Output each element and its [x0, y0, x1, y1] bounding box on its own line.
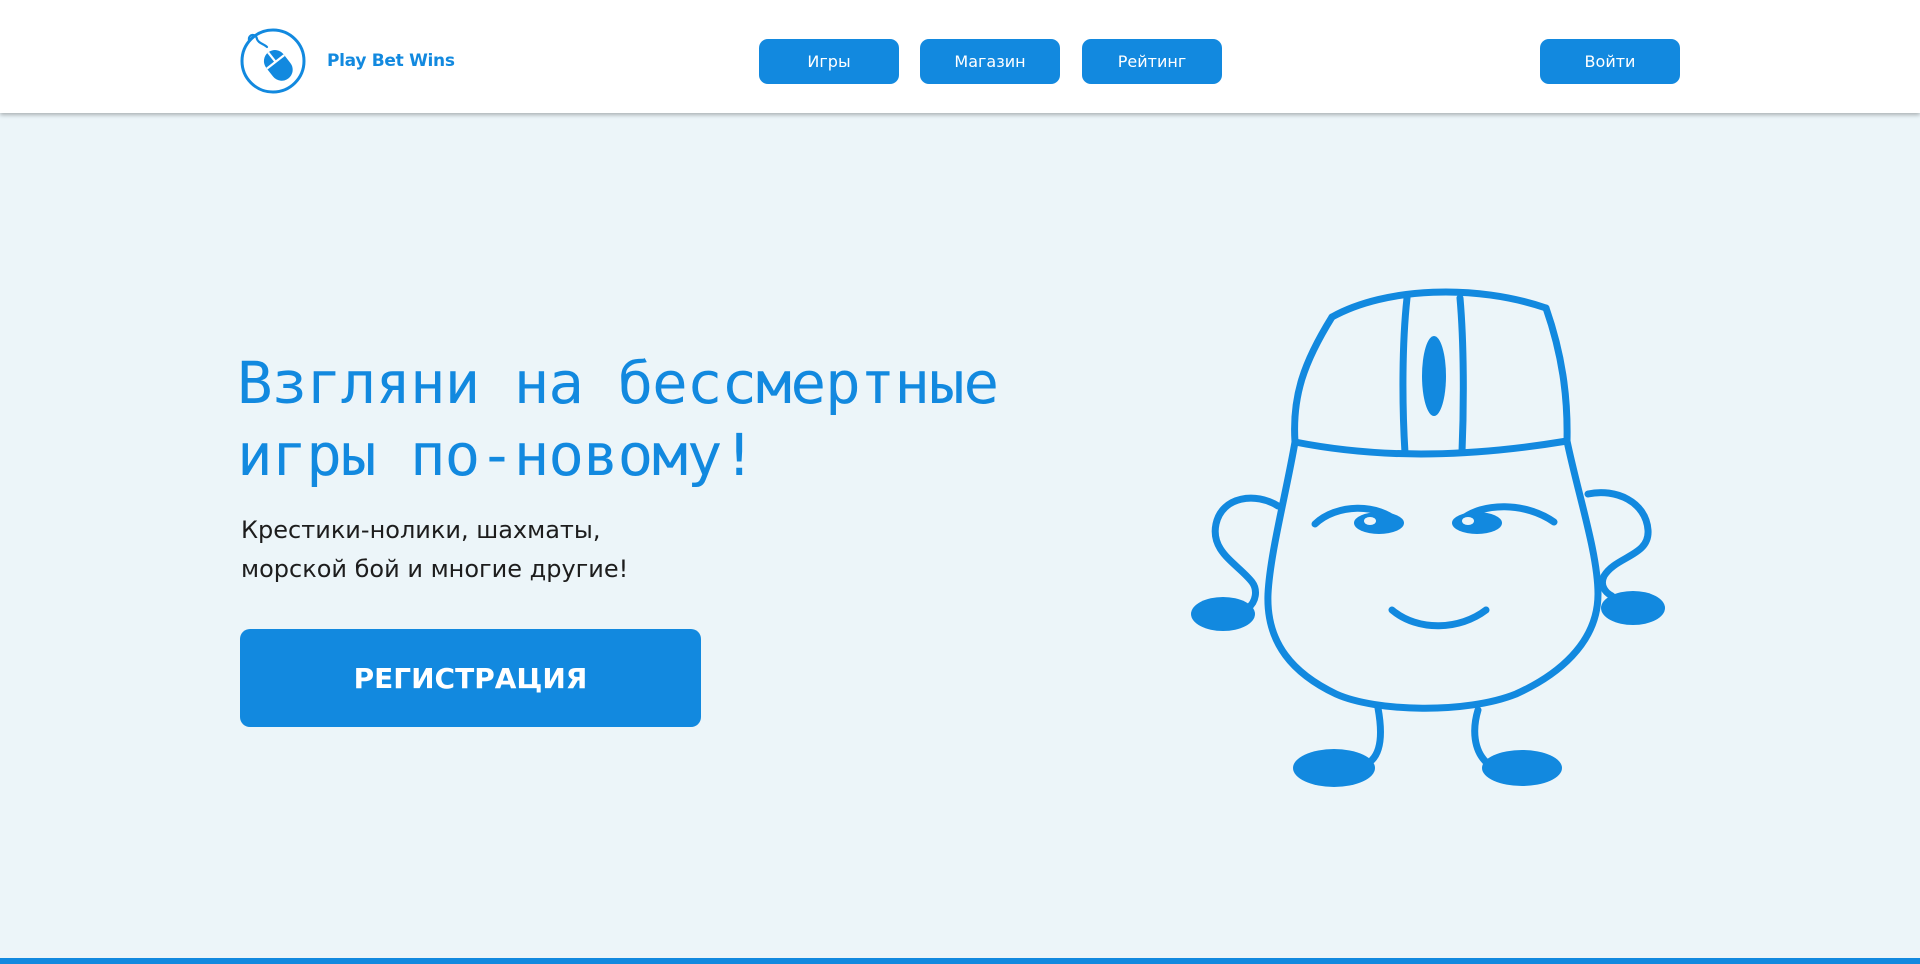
nav-shop-button[interactable]: Магазин: [920, 39, 1060, 84]
bottom-accent-bar: [0, 958, 1920, 964]
hero-subtitle-line: морской бой и многие другие!: [241, 555, 629, 583]
hero-subtitle-line: Крестики-нолики, шахматы,: [241, 516, 601, 544]
nav-games-button[interactable]: Игры: [759, 39, 899, 84]
hero-title-line: Взгляни на бессмертные: [237, 349, 999, 417]
brand-name: Play Bet Wins: [327, 51, 455, 71]
site-header: Play Bet Wins Игры Магазин Рейтинг Войти: [0, 0, 1920, 113]
brand-logo-link[interactable]: Play Bet Wins: [240, 28, 455, 94]
login-button[interactable]: Войти: [1540, 39, 1680, 84]
hero-title-line: игры по-новому!: [237, 421, 757, 489]
register-button[interactable]: РЕГИСТРАЦИЯ: [240, 629, 701, 727]
hero-title: Взгляни на бессмертные игры по-новому!: [237, 347, 999, 491]
hero-subtitle: Крестики-нолики, шахматы, морской бой и …: [241, 511, 628, 589]
mouse-mascot-illustration: [1191, 288, 1665, 787]
nav-rating-button[interactable]: Рейтинг: [1082, 39, 1222, 84]
mouse-logo-icon: [240, 28, 306, 94]
